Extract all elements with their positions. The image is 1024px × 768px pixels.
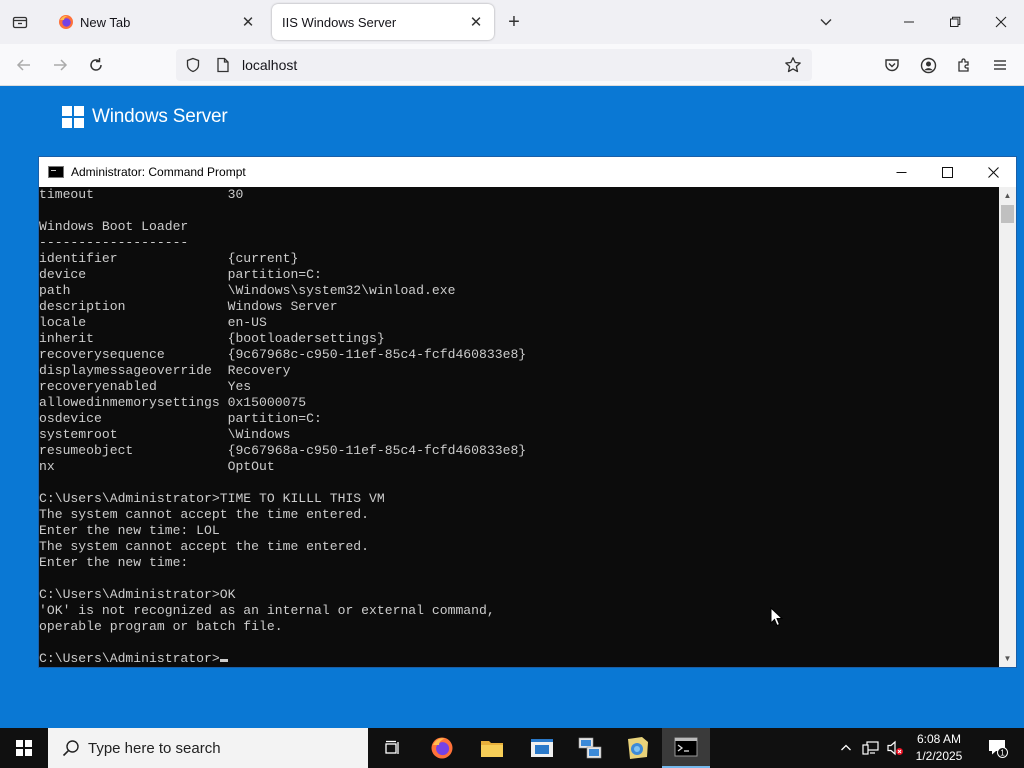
clock-date: 1/2/2025 xyxy=(915,749,963,763)
search-icon xyxy=(60,737,82,759)
text-cursor xyxy=(219,659,228,662)
console-output-line: nx OptOut xyxy=(39,459,275,474)
tab-new-tab[interactable]: New Tab ✕ xyxy=(44,4,266,40)
console-output-line: inherit {bootloadersettings} xyxy=(39,331,385,346)
scrollbar-thumb[interactable] xyxy=(1001,205,1014,223)
windows-server-logo: Windows Server xyxy=(62,106,228,128)
console-output[interactable]: timeout 30 Windows Boot Loader -----------… xyxy=(39,187,1000,667)
console-output-line: C:\Users\Administrator>TIME TO KILLL THI… xyxy=(39,491,385,506)
bookmark-star-icon[interactable] xyxy=(778,50,808,80)
command-prompt-icon[interactable] xyxy=(662,728,710,768)
tab-label: IIS Windows Server xyxy=(282,14,397,30)
cmd-close-button[interactable] xyxy=(970,157,1016,187)
extensions-icon[interactable] xyxy=(950,51,978,79)
address-bar[interactable]: localhost xyxy=(176,49,812,81)
command-prompt-icon xyxy=(48,166,64,178)
clock-time: 6:08 AM xyxy=(916,732,962,746)
tab-list-icon[interactable] xyxy=(6,10,34,34)
windows-logo-icon xyxy=(62,106,84,128)
console-output-line: locale en-US xyxy=(39,315,267,330)
firefox-icon xyxy=(58,14,74,30)
console-output-line: C:\Users\Administrator>OK xyxy=(39,587,236,602)
console-output-line: The system cannot accept the time entere… xyxy=(39,539,370,554)
scroll-up-arrow-icon[interactable]: ▲ xyxy=(999,187,1016,204)
logo-text: Windows Server xyxy=(92,106,228,127)
console-output-line: recoverysequence {9c67968c-c950-11ef-85c… xyxy=(39,347,527,362)
cmd-scrollbar[interactable]: ▲ ▼ xyxy=(999,187,1016,667)
console-output-line: allowedinmemorysettings 0x15000075 xyxy=(39,395,307,410)
network-icon[interactable] xyxy=(566,728,614,768)
console-output-line: ------------------- xyxy=(39,235,189,250)
close-tab-icon[interactable]: ✕ xyxy=(236,10,260,34)
volume-muted-icon[interactable] xyxy=(884,728,906,768)
console-output-line: resumeobject {9c67968a-c950-11ef-85c4-fc… xyxy=(39,443,527,458)
chevron-down-icon[interactable] xyxy=(814,10,838,34)
close-tab-icon[interactable]: ✕ xyxy=(464,10,488,34)
windows-logo-icon xyxy=(16,740,32,756)
console-output-line: Enter the new time: LOL xyxy=(39,523,220,538)
account-icon[interactable] xyxy=(914,51,942,79)
server-manager-icon[interactable] xyxy=(518,728,566,768)
cmd-title-bar[interactable]: Administrator: Command Prompt xyxy=(39,157,1016,187)
scroll-down-arrow-icon[interactable]: ▼ xyxy=(999,650,1016,667)
url-text[interactable]: localhost xyxy=(242,57,778,73)
show-hidden-icons-chevron-icon[interactable] xyxy=(836,728,856,768)
menu-hamburger-icon[interactable] xyxy=(986,51,1014,79)
cmd-minimize-button[interactable] xyxy=(878,157,924,187)
taskbar: Type here to search 6:08 AM 1/2/2025 1 xyxy=(0,728,1024,768)
reload-icon[interactable] xyxy=(82,51,110,79)
tab-iis-windows-server[interactable]: IIS Windows Server ✕ xyxy=(272,4,494,40)
start-button[interactable] xyxy=(0,728,48,768)
console-prompt: C:\Users\Administrator> xyxy=(39,651,220,666)
taskbar-search-box[interactable]: Type here to search xyxy=(48,728,368,768)
action-center-icon[interactable]: 1 xyxy=(978,728,1018,768)
task-view-icon[interactable] xyxy=(368,728,416,768)
console-output-line: Windows Boot Loader xyxy=(39,219,189,234)
browser-nav-bar: localhost xyxy=(0,44,1024,86)
restore-window-button[interactable] xyxy=(932,6,978,38)
console-output-line: recoveryenabled Yes xyxy=(39,379,252,394)
cmd-maximize-button[interactable] xyxy=(924,157,970,187)
minimize-window-button[interactable] xyxy=(886,6,932,38)
console-output-line: systemroot \Windows xyxy=(39,427,291,442)
firefox-icon[interactable] xyxy=(418,728,466,768)
console-output-line: Enter the new time: xyxy=(39,555,189,570)
mouse-pointer-icon xyxy=(770,607,784,627)
console-prompt-line[interactable]: C:\Users\Administrator> xyxy=(39,651,1000,667)
console-output-line: osdevice partition=C: xyxy=(39,411,322,426)
console-output-line: displaymessageoverride Recovery xyxy=(39,363,291,378)
console-output-line: timeout 30 xyxy=(39,187,244,202)
pocket-icon[interactable] xyxy=(878,51,906,79)
close-window-button[interactable] xyxy=(978,6,1024,38)
new-tab-button[interactable]: + xyxy=(502,10,526,34)
back-icon[interactable] xyxy=(10,51,38,79)
cmd-window-title: Administrator: Command Prompt xyxy=(71,165,246,179)
browser-tab-bar: New Tab ✕ IIS Windows Server ✕ + xyxy=(0,0,1024,44)
notification-count: 1 xyxy=(1000,749,1005,758)
network-status-icon[interactable] xyxy=(860,728,882,768)
console-output-line: path \Windows\system32\winload.exe xyxy=(39,283,456,298)
search-placeholder: Type here to search xyxy=(88,739,221,757)
console-output-line: device partition=C: xyxy=(39,267,322,282)
console-output-line: 'OK' is not recognized as an internal or… xyxy=(39,603,495,618)
tab-label: New Tab xyxy=(80,14,131,30)
console-output-line: identifier {current} xyxy=(39,251,299,266)
console-output-line: description Windows Server xyxy=(39,299,338,314)
iis-manager-icon[interactable] xyxy=(614,728,662,768)
forward-icon[interactable] xyxy=(46,51,74,79)
tracking-protection-shield-icon[interactable] xyxy=(184,56,202,74)
system-clock[interactable]: 6:08 AM 1/2/2025 xyxy=(906,731,972,765)
console-output-line: operable program or batch file. xyxy=(39,619,283,634)
command-prompt-window[interactable]: Administrator: Command Prompt timeout 30… xyxy=(38,156,1017,668)
console-output-line: The system cannot accept the time entere… xyxy=(39,507,370,522)
file-explorer-icon[interactable] xyxy=(468,728,516,768)
page-icon[interactable] xyxy=(214,56,232,74)
